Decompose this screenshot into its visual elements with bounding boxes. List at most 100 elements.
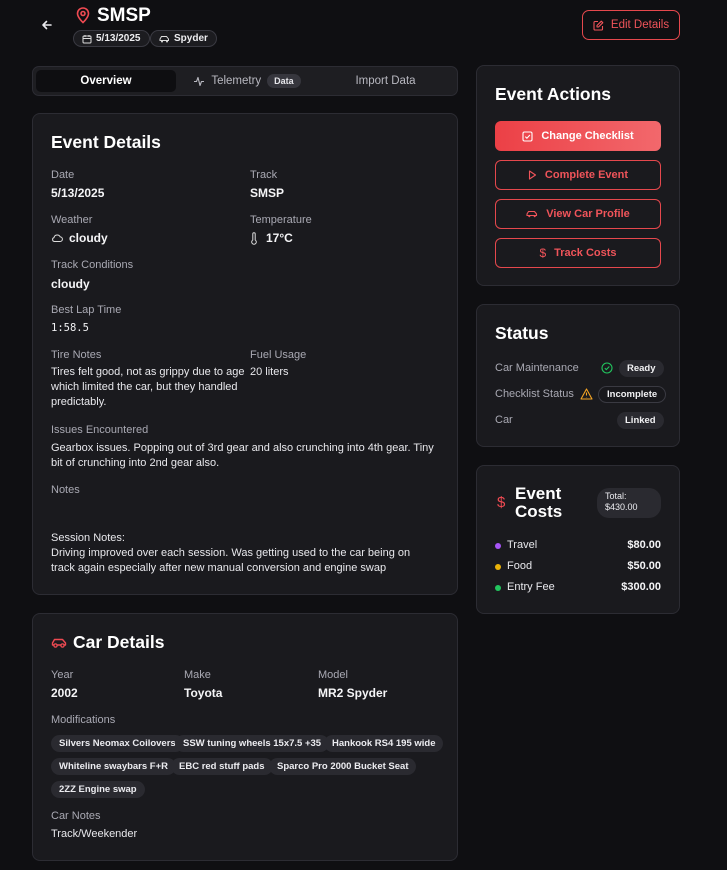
- event-costs-card: $ Event Costs Total: $430.00 Travel $80.…: [476, 465, 680, 614]
- modification-tag: Sparco Pro 2000 Bucket Seat: [269, 758, 417, 775]
- tab-import-label: Import Data: [355, 75, 416, 87]
- total-badge: Total: $430.00: [597, 488, 661, 518]
- date-badge: 5/13/2025: [73, 30, 150, 47]
- calendar-icon: [82, 34, 92, 43]
- thermometer-icon: [251, 231, 257, 245]
- arrow-left-icon: [42, 20, 52, 30]
- cost-row-food: Food $50.00: [495, 560, 661, 574]
- total-value: $430.00: [605, 502, 638, 512]
- car-linked-text: Linked: [625, 415, 656, 426]
- event-costs-title: Event Costs: [515, 485, 562, 521]
- car-badge: Spyder: [150, 30, 217, 47]
- warning-icon: [580, 388, 593, 400]
- telemetry-data-badge: Data: [267, 74, 301, 88]
- complete-event-button[interactable]: Complete Event: [495, 160, 661, 190]
- status-title: Status: [495, 323, 549, 343]
- model-value: MR2 Spyder: [318, 686, 388, 700]
- view-car-profile-button[interactable]: View Car Profile: [495, 199, 661, 229]
- make-label: Make: [184, 669, 211, 681]
- cloud-icon: [52, 234, 63, 242]
- track-value: SMSP: [250, 186, 285, 200]
- edit-icon: [593, 20, 604, 31]
- cost-value: $50.00: [627, 560, 661, 572]
- temperature-value-row: 17°C: [250, 231, 293, 245]
- tab-telemetry-label: Telemetry: [211, 75, 262, 87]
- date-badge-text: 5/13/2025: [96, 33, 141, 44]
- track-costs-label: Track Costs: [554, 247, 617, 259]
- car-notes-label: Car Notes: [51, 810, 101, 822]
- track-label: Track: [250, 169, 278, 181]
- entry-fee-dot: [495, 585, 501, 591]
- edit-details-label: Edit Details: [610, 19, 670, 31]
- page-title: SMSP: [97, 5, 151, 26]
- modifications-label: Modifications: [51, 714, 116, 726]
- car-badge-text: Spyder: [174, 33, 208, 44]
- event-actions-title: Event Actions: [495, 84, 612, 104]
- maintenance-status-text: Ready: [627, 363, 656, 374]
- complete-event-label: Complete Event: [544, 169, 629, 181]
- dollar-icon: $: [539, 246, 547, 260]
- tab-import-data[interactable]: Import Data: [318, 70, 453, 92]
- checklist-icon: [522, 130, 533, 142]
- car-icon: [526, 210, 538, 218]
- tire-notes-label: Tire Notes: [51, 349, 102, 361]
- total-label: Total:: [605, 491, 627, 501]
- best-lap-label: Best Lap Time: [51, 304, 122, 316]
- car-label: Car: [495, 414, 513, 426]
- track-costs-button[interactable]: $ Track Costs: [495, 238, 661, 268]
- dollar-icon: $: [497, 494, 506, 511]
- modification-tag: Hankook RS4 195 wide: [324, 735, 444, 752]
- cost-row-travel: Travel $80.00: [495, 539, 661, 553]
- temperature-label: Temperature: [250, 214, 312, 226]
- cost-label: Travel: [507, 539, 538, 551]
- modification-tag: Silvers Neomax Coilovers: [51, 735, 184, 752]
- back-button[interactable]: [38, 16, 56, 34]
- car-details-title: Car Details: [73, 632, 165, 652]
- tire-notes-value: Tires felt good, not as grippy due to ag…: [51, 366, 245, 408]
- cost-value: $80.00: [627, 539, 661, 551]
- track-conditions-label: Track Conditions: [51, 259, 134, 271]
- car-icon: [51, 638, 67, 648]
- event-actions-card: Event Actions Change Checklist Complete …: [476, 65, 680, 286]
- cost-row-entry-fee: Entry Fee $300.00: [495, 581, 661, 595]
- map-pin-icon: [75, 6, 91, 24]
- model-label: Model: [318, 669, 348, 681]
- tab-overview-label: Overview: [80, 75, 132, 87]
- fuel-usage-value: 20 liters: [250, 366, 289, 378]
- modification-tag: EBC red stuff pads: [171, 758, 273, 775]
- year-value: 2002: [51, 686, 78, 700]
- issues-label: Issues Encountered: [51, 424, 149, 436]
- travel-dot: [495, 543, 501, 549]
- checklist-status-label: Checklist Status: [495, 388, 574, 400]
- cost-label: Food: [507, 560, 533, 572]
- tab-telemetry[interactable]: Telemetry Data: [183, 70, 311, 92]
- session-notes-value: Driving improved over each session. Was …: [51, 547, 411, 574]
- session-notes-heading: Session Notes:: [51, 532, 125, 544]
- food-dot: [495, 564, 501, 570]
- date-label: Date: [51, 169, 75, 181]
- change-checklist-label: Change Checklist: [541, 130, 634, 142]
- cost-value: $300.00: [621, 581, 661, 593]
- tab-overview[interactable]: Overview: [36, 70, 176, 92]
- car-maintenance-label: Car Maintenance: [495, 362, 579, 374]
- best-lap-value: 1:58.5: [51, 322, 89, 334]
- make-value: Toyota: [184, 686, 223, 700]
- car-notes-value: Track/Weekender: [51, 828, 138, 840]
- car-details-heading: Car Details: [51, 632, 164, 653]
- event-costs-title-line1: Event: [515, 484, 562, 503]
- check-circle-icon: [601, 362, 613, 374]
- cost-label: Entry Fee: [507, 581, 555, 593]
- temperature-value: 17°C: [266, 231, 293, 245]
- event-details-card: Event Details Date 5/13/2025 Track SMSP …: [32, 113, 458, 595]
- change-checklist-button[interactable]: Change Checklist: [495, 121, 661, 151]
- view-car-profile-label: View Car Profile: [546, 208, 630, 220]
- play-icon: [528, 170, 536, 180]
- date-value: 5/13/2025: [51, 186, 105, 200]
- weather-value-row: cloudy: [51, 231, 108, 245]
- car-linked-badge: Linked: [617, 412, 664, 429]
- weather-value: cloudy: [69, 231, 108, 245]
- edit-details-button[interactable]: Edit Details: [582, 10, 680, 40]
- fuel-usage-label: Fuel Usage: [250, 349, 307, 361]
- status-card: Status Car Maintenance Ready Checklist S…: [476, 304, 680, 447]
- tab-bar: Overview Telemetry Data Import Data: [32, 66, 458, 96]
